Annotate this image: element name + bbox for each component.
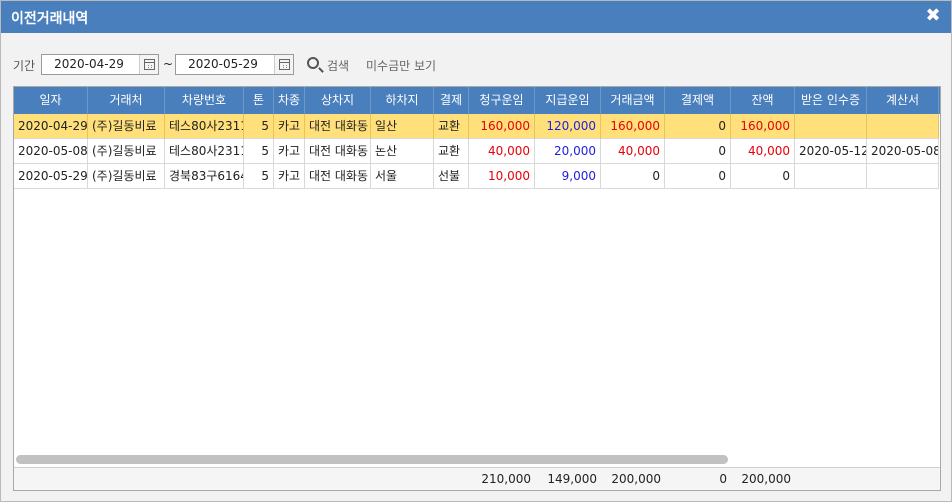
cell-unloading-place: 서울 (371, 164, 434, 189)
date-to-value: 2020-05-29 (188, 57, 258, 71)
date-to-calendar-button[interactable] (274, 55, 293, 74)
cell-paid-freight: 9,000 (535, 164, 601, 189)
cell-payment-amount: 0 (665, 114, 731, 139)
search-label: 검색 (327, 59, 350, 73)
cell-transaction-amount: 0 (601, 164, 665, 189)
cell-vehicle-type: 카고 (274, 139, 305, 164)
cell-unloading-place: 논산 (371, 139, 434, 164)
cell-client: (주)길동비료 (88, 114, 165, 139)
cell-vehicle-no: 경북83구6164 (165, 164, 244, 189)
cell-tonnage: 5 (244, 114, 274, 139)
date-to-field[interactable]: 2020-05-29 (175, 54, 294, 75)
column-header-billed-freight[interactable]: 청구운임 (469, 87, 535, 114)
date-from-field[interactable]: 2020-04-29 (41, 54, 159, 75)
cell-invoice: 2020-05-08 (867, 139, 939, 164)
column-header-loading-place[interactable]: 상차지 (305, 87, 371, 114)
cell-billed-freight: 40,000 (469, 139, 535, 164)
total-billed-freight: 210,000 (481, 472, 531, 486)
total-payment-amount: 0 (719, 472, 727, 486)
cell-paid-freight: 20,000 (535, 139, 601, 164)
column-header-receipt-received[interactable]: 받은 인수증 (795, 87, 867, 114)
cell-payment-amount: 0 (665, 164, 731, 189)
filter-bar: 기간 2020-04-29 ~ 2020-05-29 검색 미수금만 보기 (13, 54, 933, 76)
cell-invoice (867, 114, 939, 139)
cell-payment-type: 교환 (434, 114, 469, 139)
grid-header: 일자 거래처 차량번호 톤 차종 상차지 하차지 결제 청구운임 지급운임 거래금액 결제액 잔액 받은 … (14, 87, 940, 114)
cell-vehicle-type: 카고 (274, 114, 305, 139)
column-header-tonnage[interactable]: 톤 (244, 87, 274, 114)
cell-vehicle-no: 테스80사2311 (165, 139, 244, 164)
column-header-vehicle-type[interactable]: 차종 (274, 87, 305, 114)
total-balance: 200,000 (741, 472, 791, 486)
cell-payment-type: 선불 (434, 164, 469, 189)
cell-billed-freight: 10,000 (469, 164, 535, 189)
total-paid-freight: 149,000 (547, 472, 597, 486)
cell-tonnage: 5 (244, 164, 274, 189)
title-bar: 이전거래내역 ✖ (1, 1, 951, 33)
calendar-icon (144, 59, 155, 70)
cell-transaction-amount: 160,000 (601, 114, 665, 139)
cell-vehicle-type: 카고 (274, 164, 305, 189)
cell-loading-place: 대전 대화동 (305, 164, 371, 189)
column-header-paid-freight[interactable]: 지급운임 (535, 87, 601, 114)
cell-paid-freight: 120,000 (535, 114, 601, 139)
previous-transactions-dialog: 이전거래내역 ✖ 기간 2020-04-29 ~ 2020-05-29 검색 미… (0, 0, 952, 502)
cell-payment-amount: 0 (665, 139, 731, 164)
horizontal-scrollbar[interactable] (16, 455, 728, 464)
cell-receipt-received (795, 164, 867, 189)
date-from-value: 2020-04-29 (54, 57, 124, 71)
column-header-invoice[interactable]: 계산서 (867, 87, 939, 114)
dialog-title: 이전거래내역 (11, 11, 89, 27)
unpaid-only-toggle[interactable]: 미수금만 보기 (366, 57, 436, 74)
date-range-separator: ~ (163, 57, 174, 71)
column-header-unloading-place[interactable]: 하차지 (371, 87, 434, 114)
cell-loading-place: 대전 대화동 (305, 139, 371, 164)
cell-date: 2020-05-08 (14, 139, 88, 164)
cell-client: (주)길동비료 (88, 139, 165, 164)
cell-receipt-received: 2020-05-12 (795, 139, 867, 164)
column-header-vehicle-no[interactable]: 차량번호 (165, 87, 244, 114)
cell-balance: 160,000 (731, 114, 795, 139)
cell-receipt-received (795, 114, 867, 139)
cell-loading-place: 대전 대화동 (305, 114, 371, 139)
period-label: 기간 (13, 59, 36, 73)
column-header-date[interactable]: 일자 (14, 87, 88, 114)
cell-balance: 40,000 (731, 139, 795, 164)
column-header-payment-amount[interactable]: 결제액 (665, 87, 731, 114)
grid-totals-row: 210,000 149,000 200,000 0 200,000 (14, 467, 940, 490)
cell-date: 2020-04-29 (14, 114, 88, 139)
cell-date: 2020-05-29 (14, 164, 88, 189)
close-icon[interactable]: ✖ (925, 6, 941, 26)
column-header-balance[interactable]: 잔액 (731, 87, 795, 114)
cell-invoice (867, 164, 939, 189)
cell-client: (주)길동비료 (88, 164, 165, 189)
calendar-icon (279, 59, 290, 70)
cell-unloading-place: 일산 (371, 114, 434, 139)
cell-transaction-amount: 40,000 (601, 139, 665, 164)
column-header-transaction-amount[interactable]: 거래금액 (601, 87, 665, 114)
total-transaction-amount: 200,000 (611, 472, 661, 486)
transactions-grid: 일자 거래처 차량번호 톤 차종 상차지 하차지 결제 청구운임 지급운임 거래금액 결제액 잔액 받은 … (13, 86, 941, 491)
table-row[interactable]: 2020-05-29 (주)길동비료 경북83구6164 5 카고 대전 대화동 서울 선불 1… (14, 164, 940, 189)
search-button[interactable]: 검색 (307, 54, 355, 75)
cell-vehicle-no: 테스80사2311 (165, 114, 244, 139)
cell-payment-type: 교환 (434, 139, 469, 164)
search-icon (307, 57, 319, 69)
column-header-payment-type[interactable]: 결제 (434, 87, 469, 114)
table-row[interactable]: 2020-04-29 (주)길동비료 테스80사2311 5 카고 대전 대화동 일산 교환 1… (14, 114, 940, 139)
cell-billed-freight: 160,000 (469, 114, 535, 139)
table-row[interactable]: 2020-05-08 (주)길동비료 테스80사2311 5 카고 대전 대화동 논산 교환 4… (14, 139, 940, 164)
cell-tonnage: 5 (244, 139, 274, 164)
column-header-client[interactable]: 거래처 (88, 87, 165, 114)
cell-balance: 0 (731, 164, 795, 189)
date-from-calendar-button[interactable] (139, 55, 158, 74)
